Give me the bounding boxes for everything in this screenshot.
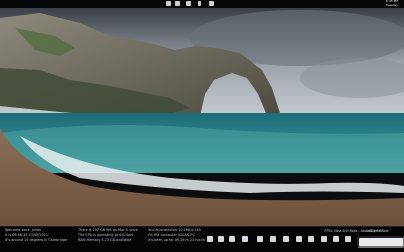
clock: 6:45 PM Tuesday (386, 0, 398, 7)
grid-icon[interactable] (166, 1, 171, 6)
folder-icon[interactable] (257, 236, 263, 242)
wrench-icon[interactable] (218, 236, 224, 242)
clock-day: Tuesday (385, 2, 398, 7)
bottom-panel: Welcome back, Julian It is 06:48:33 10/0… (0, 226, 404, 252)
bar-icon[interactable] (198, 1, 201, 6)
info-line: It's around 14 degrees in Cambridge (5, 238, 68, 242)
music-icon[interactable] (296, 236, 302, 242)
search-input[interactable] (357, 236, 404, 248)
welcome-info: Welcome back, Julian It is 06:48:33 10/0… (5, 228, 67, 243)
grid-icon[interactable] (229, 236, 235, 242)
dots-icon[interactable] (175, 1, 180, 6)
car-icon[interactable] (186, 1, 191, 6)
loop-icon[interactable] (345, 236, 351, 242)
info-line: RAM Memory 3.73 GB available (78, 238, 132, 242)
media-timer: 1:48 / 3:33 (366, 229, 384, 233)
refresh-icon[interactable] (333, 236, 339, 242)
folder-icon[interactable] (283, 236, 289, 242)
list-icon[interactable] (242, 236, 248, 242)
star-icon[interactable] (207, 236, 213, 242)
power-icon[interactable] (321, 236, 327, 242)
gear-icon[interactable] (209, 1, 214, 6)
list-icon[interactable] (308, 236, 314, 242)
wallpaper (0, 8, 404, 226)
image-icon[interactable] (270, 236, 276, 242)
system-info: There is 207 GB left on Mac 0 drive The … (78, 228, 138, 243)
info-line: It's been up for 0h 26 m 22 hours (148, 238, 205, 242)
network-info: You're located on 10.166.0.144 On the co… (148, 228, 205, 243)
